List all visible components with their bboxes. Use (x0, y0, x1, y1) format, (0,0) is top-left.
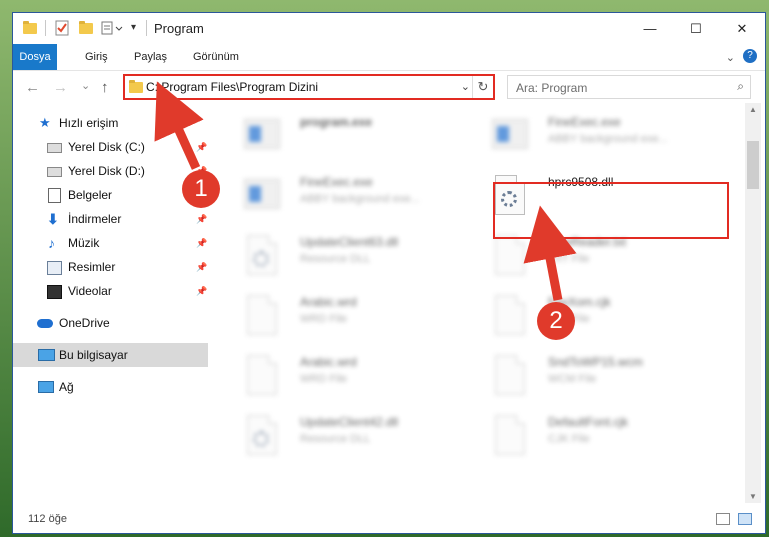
arrow-to-address-bar (154, 81, 204, 170)
step-badge-1: 1 (182, 170, 220, 208)
arrow-to-dll-file (523, 205, 577, 301)
annotation-arrows (154, 81, 577, 301)
step-badge-2: 2 (537, 302, 575, 340)
